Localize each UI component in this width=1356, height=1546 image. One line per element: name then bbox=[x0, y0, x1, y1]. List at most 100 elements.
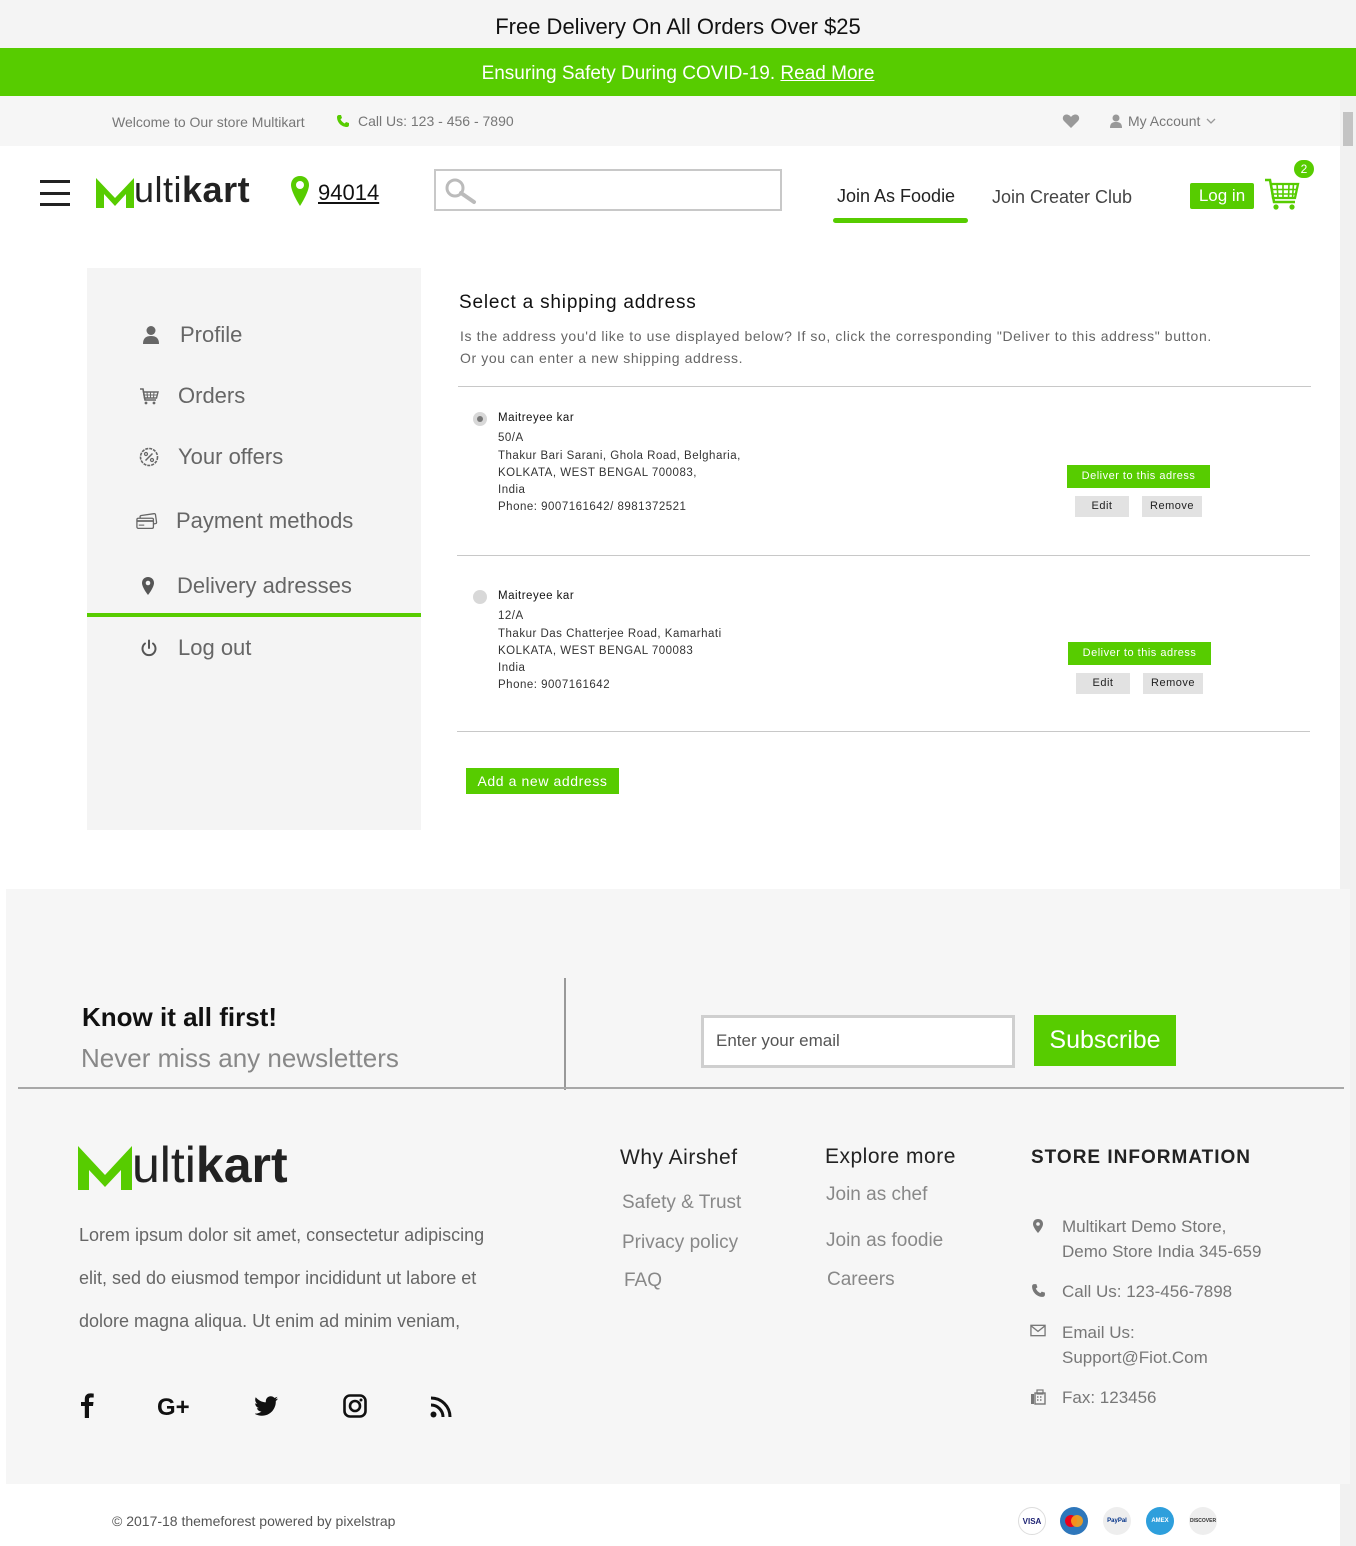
location-icon bbox=[1030, 1214, 1046, 1264]
footer-col-explore-more-title: Explore more bbox=[825, 1145, 956, 1168]
footer-description-line: Lorem ipsum dolor sit amet, consectetur … bbox=[79, 1225, 485, 1245]
user-icon bbox=[140, 325, 162, 345]
my-account-label: My Account bbox=[1128, 113, 1201, 129]
welcome-text: Welcome to Our store Multikart bbox=[112, 114, 305, 130]
logo-text-light: ulti bbox=[134, 169, 183, 210]
multikart-logo[interactable]: ultikart bbox=[96, 172, 250, 208]
address-radio-1[interactable] bbox=[473, 412, 487, 426]
power-icon bbox=[138, 639, 160, 657]
top-info-bar: Welcome to Our store Multikart Call Us: … bbox=[0, 96, 1356, 146]
footer-description-line: dolore magna aliqua. Ut enim ad minim ve… bbox=[79, 1311, 461, 1331]
copyright-text: © 2017-18 themeforest powered by pixelst… bbox=[112, 1513, 396, 1529]
location-pin-icon[interactable] bbox=[290, 175, 310, 207]
location-icon bbox=[137, 576, 159, 596]
footer-divider bbox=[18, 1087, 1344, 1089]
visa-icon: VISA bbox=[1018, 1507, 1046, 1535]
newsletter-subtitle: Never miss any newsletters bbox=[81, 1043, 399, 1073]
nav-join-as-foodie[interactable]: Join As Foodie bbox=[837, 186, 955, 207]
scrollbar-thumb[interactable] bbox=[1343, 112, 1353, 146]
sidebar-item-label: Payment methods bbox=[176, 508, 354, 533]
amex-label: AMEX bbox=[1151, 1518, 1169, 1524]
subscribe-button[interactable]: Subscribe bbox=[1034, 1015, 1176, 1066]
sidebar-item-payment-methods[interactable]: Payment methods bbox=[87, 508, 421, 534]
sidebar-item-log-out[interactable]: Log out bbox=[87, 635, 421, 661]
search-icon[interactable] bbox=[444, 177, 478, 205]
add-new-address-button[interactable]: Add a new address bbox=[466, 768, 619, 794]
edit-address-button[interactable]: Edit bbox=[1076, 673, 1130, 694]
footer-link-careers[interactable]: Careers bbox=[827, 1269, 895, 1291]
footer-description-line: elit, sed do eiusmod tempor incididunt u… bbox=[79, 1268, 477, 1288]
edit-address-button[interactable]: Edit bbox=[1075, 496, 1129, 517]
sidebar-item-orders[interactable]: Orders bbox=[87, 383, 421, 409]
my-account-menu[interactable]: My Account bbox=[1110, 113, 1216, 129]
deliver-to-this-address-button[interactable]: Deliver to this adress bbox=[1067, 465, 1210, 488]
chevron-down-icon bbox=[1206, 117, 1216, 125]
sidebar-item-profile[interactable]: Profile bbox=[87, 322, 421, 348]
address-name: Maitreyee kar bbox=[498, 412, 575, 424]
sidebar-item-delivery-adresses[interactable]: Delivery adresses bbox=[87, 573, 421, 599]
address-radio-2[interactable] bbox=[473, 590, 487, 604]
footer-link-safety-trust[interactable]: Safety & Trust bbox=[622, 1192, 741, 1214]
search-box[interactable] bbox=[434, 169, 782, 211]
twitter-icon[interactable] bbox=[255, 1396, 279, 1416]
store-address-line: Multikart Demo Store, bbox=[1062, 1217, 1227, 1236]
sidebar-item-label: Log out bbox=[178, 635, 252, 660]
card-icon bbox=[136, 512, 158, 530]
logo-m-mark bbox=[96, 178, 134, 208]
address-phone: Phone: 9007161642 bbox=[498, 679, 611, 692]
mastercard-icon bbox=[1060, 1507, 1088, 1535]
address-phone: Phone: 9007161642/ 8981372521 bbox=[498, 501, 687, 514]
address-line: KOLKATA, WEST BENGAL 700083 bbox=[498, 644, 694, 657]
paypal-icon: PayPal bbox=[1103, 1507, 1131, 1535]
hamburger-menu-icon[interactable] bbox=[40, 180, 70, 206]
fax-icon bbox=[1030, 1385, 1046, 1410]
remove-address-button[interactable]: Remove bbox=[1143, 673, 1203, 694]
nav-join-creater-club[interactable]: Join Creater Club bbox=[992, 187, 1132, 208]
free-delivery-banner: Free Delivery On All Orders Over $25 bbox=[0, 0, 1356, 48]
newsletter-email-field[interactable]: Enter your email bbox=[701, 1015, 1015, 1068]
footer-link-join-as-chef[interactable]: Join as chef bbox=[826, 1184, 927, 1206]
remove-address-button[interactable]: Remove bbox=[1142, 496, 1202, 517]
sidebar-item-label: Orders bbox=[178, 383, 246, 408]
sidebar-item-label: Profile bbox=[180, 322, 243, 347]
paypal-label: PayPal bbox=[1107, 1518, 1127, 1524]
footer-link-join-as-foodie[interactable]: Join as foodie bbox=[826, 1230, 943, 1252]
search-input[interactable] bbox=[480, 175, 770, 205]
login-button[interactable]: Log in bbox=[1190, 183, 1254, 209]
store-call-text: Call Us: 123-456-7898 bbox=[1062, 1282, 1233, 1301]
logo-text-light: ulti bbox=[132, 1137, 196, 1193]
instagram-icon[interactable] bbox=[343, 1394, 367, 1418]
store-email: Email Us: Support@Fiot.Com bbox=[1030, 1320, 1208, 1370]
page-title: Select a shipping address bbox=[459, 292, 697, 313]
store-call: Call Us: 123-456-7898 bbox=[1030, 1279, 1232, 1304]
covid-text: Ensuring Safety During COVID-19. bbox=[481, 63, 776, 84]
phone-icon bbox=[336, 114, 350, 128]
svg-text:G+: G+ bbox=[157, 1394, 190, 1418]
newsletter-title: Know it all first! bbox=[82, 1002, 277, 1032]
footer-link-faq[interactable]: FAQ bbox=[624, 1270, 662, 1292]
visa-label: VISA bbox=[1022, 1517, 1042, 1526]
description-line-1: Is the address you'd like to use display… bbox=[460, 328, 1212, 344]
page-description: Is the address you'd like to use display… bbox=[460, 325, 1320, 369]
description-line-2: Or you can enter a new shipping address. bbox=[460, 350, 744, 366]
facebook-icon[interactable] bbox=[80, 1392, 94, 1418]
newsletter-divider bbox=[564, 978, 566, 1090]
footer-logo[interactable]: ultikart bbox=[78, 1140, 288, 1190]
read-more-link[interactable]: Read More bbox=[780, 63, 874, 84]
address-line: Thakur Bari Sarani, Ghola Road, Belghari… bbox=[498, 449, 741, 462]
zipcode-link[interactable]: 94014 bbox=[318, 180, 379, 206]
footer-link-privacy-policy[interactable]: Privacy policy bbox=[622, 1232, 738, 1254]
google-plus-icon[interactable]: G+ bbox=[157, 1394, 193, 1418]
sidebar-item-your-offers[interactable]: Your offers bbox=[87, 444, 421, 470]
user-icon bbox=[1110, 114, 1122, 128]
rss-icon[interactable] bbox=[430, 1396, 452, 1418]
call-info: Call Us: 123 - 456 - 7890 bbox=[336, 113, 514, 129]
store-information-title: STORE INFORMATION bbox=[1031, 1147, 1252, 1168]
address-line: 50/A bbox=[498, 432, 524, 445]
deliver-to-this-address-button[interactable]: Deliver to this adress bbox=[1068, 642, 1211, 665]
wishlist-heart-icon[interactable] bbox=[1062, 113, 1080, 129]
address-line: Thakur Das Chatterjee Road, Kamarhati bbox=[498, 627, 722, 640]
shopping-cart-icon[interactable] bbox=[1264, 172, 1300, 212]
store-email-address[interactable]: Support@Fiot.Com bbox=[1062, 1345, 1208, 1370]
footer-col-why-airshef-title: Why Airshef bbox=[620, 1146, 738, 1169]
